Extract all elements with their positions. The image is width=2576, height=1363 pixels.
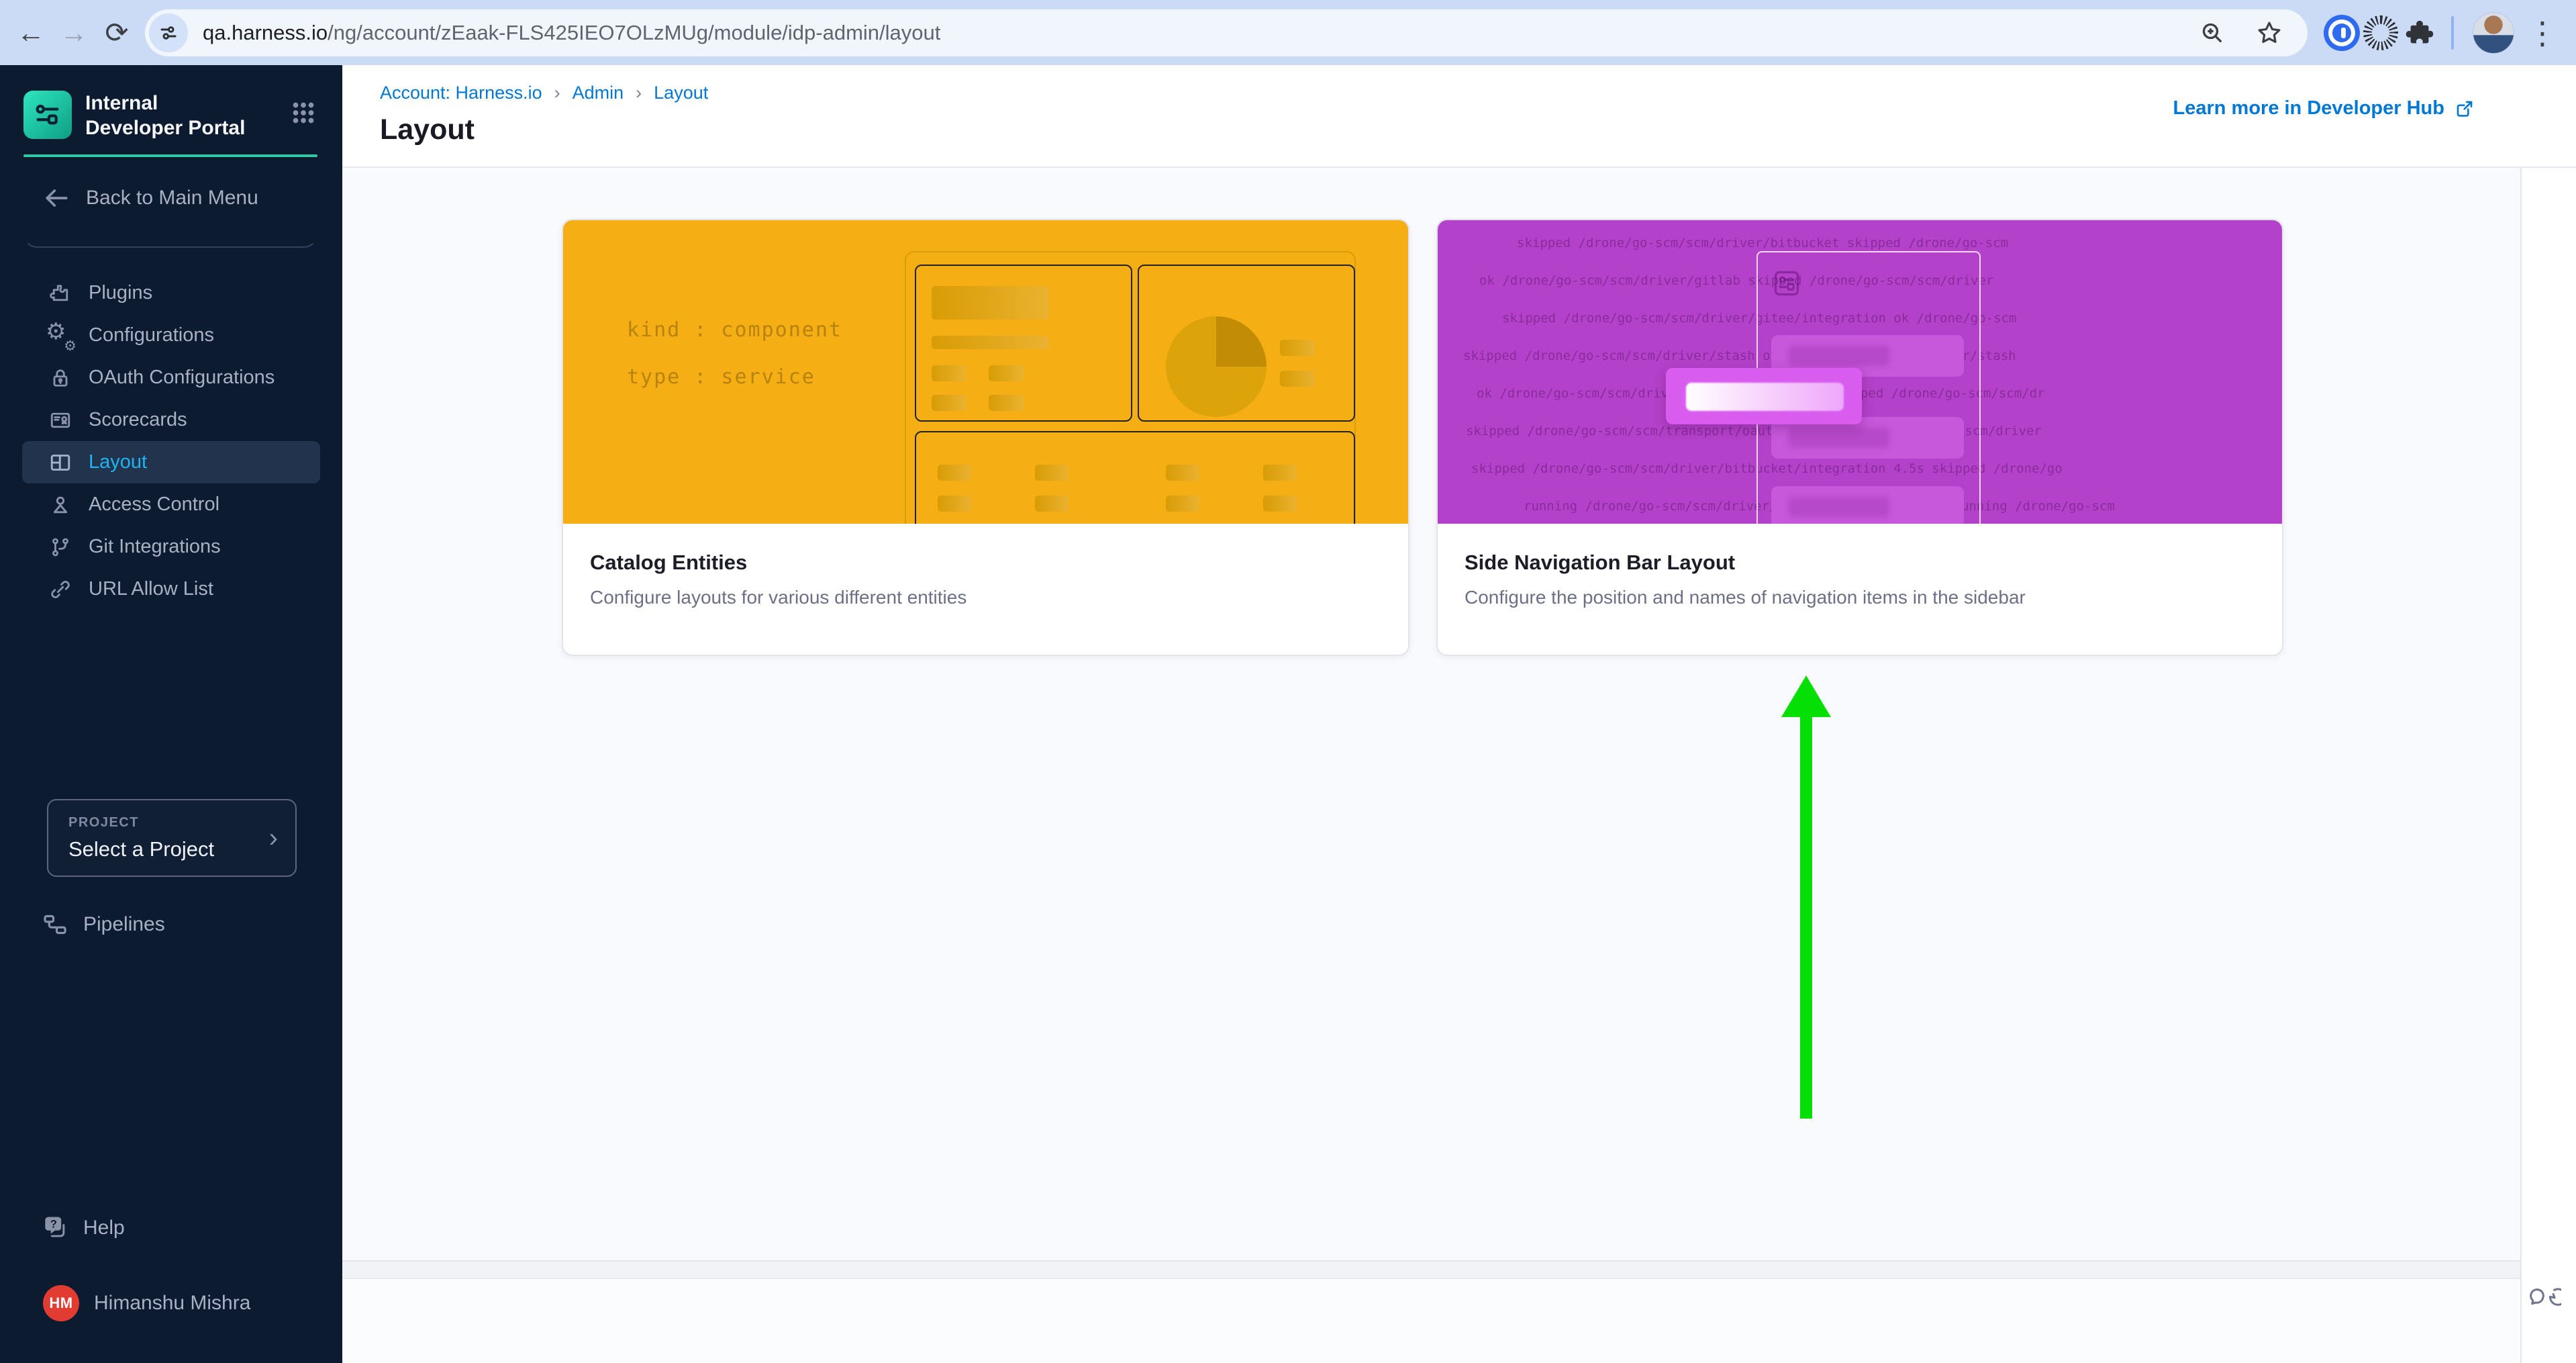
- bookmark-star-icon[interactable]: [2255, 19, 2283, 47]
- link-icon: [47, 577, 74, 602]
- card-description: Configure the position and names of navi…: [1465, 587, 2255, 608]
- side-navigation-layout-card[interactable]: skipped /drone/go-scm/scm/driver/bitbuck…: [1436, 219, 2283, 656]
- git-branch-icon: [47, 535, 74, 559]
- gears-icon: ⚙⚙: [47, 322, 74, 349]
- chevron-separator-icon: ›: [554, 83, 560, 103]
- browser-profile-avatar[interactable]: [2473, 12, 2514, 54]
- sidebar: Internal Developer Portal Back to Main M…: [0, 65, 342, 1363]
- mock-dragged-nav-item: [1666, 368, 1862, 424]
- back-to-main-menu-label: Back to Main Menu: [86, 187, 258, 209]
- mock-logo-icon: [1772, 269, 1801, 298]
- product-title: Internal Developer Portal: [85, 91, 253, 140]
- yaml-type-line: type : service: [627, 365, 815, 389]
- sidebar-item-label: Git Integrations: [89, 536, 221, 558]
- card-title: Side Navigation Bar Layout: [1465, 551, 2255, 575]
- mock-nav-item: [1771, 486, 1964, 524]
- page-title: Layout: [380, 113, 475, 146]
- sidebar-item-plugins[interactable]: Plugins: [22, 272, 320, 314]
- card-description: Configure layouts for various different …: [590, 587, 1381, 608]
- pipelines-label: Pipelines: [83, 913, 165, 936]
- breadcrumb-layout-link[interactable]: Layout: [654, 83, 708, 103]
- learn-more-label: Learn more in Developer Hub: [2173, 97, 2445, 120]
- help-chat-icon: ?: [40, 1213, 70, 1243]
- external-link-icon: [2454, 98, 2475, 120]
- url-path: /ng/account/zEaak-FLS425IEO7OLzMUg/modul…: [328, 21, 940, 44]
- catalog-entities-card[interactable]: kind : component type : service Catalog …: [562, 219, 1409, 656]
- sidebar-item-label: URL Allow List: [89, 578, 213, 600]
- project-value: Select a Project: [68, 837, 214, 861]
- chevron-separator-icon: ›: [636, 83, 642, 103]
- layout-icon: [47, 451, 74, 475]
- learn-more-link[interactable]: Learn more in Developer Hub: [2173, 97, 2476, 120]
- loading-extension-icon[interactable]: [2361, 13, 2400, 52]
- breadcrumb: Account: Harness.io › Admin › Layout: [380, 83, 708, 103]
- browser-back-icon[interactable]: ←: [9, 11, 52, 54]
- url-text[interactable]: qa.harness.io/ng/account/zEaak-FLS425IEO…: [203, 21, 940, 45]
- password-manager-extension-icon[interactable]: [2322, 13, 2361, 52]
- sidebar-item-label: Plugins: [89, 282, 152, 304]
- teal-divider: [23, 154, 317, 157]
- lock-icon: [47, 366, 74, 390]
- user-name: Himanshu Mishra: [94, 1292, 250, 1315]
- catalog-entities-illustration: kind : component type : service: [563, 220, 1408, 524]
- sidebar-item-url-allow-list[interactable]: URL Allow List: [22, 568, 320, 610]
- sidebar-item-label: Access Control: [89, 493, 219, 516]
- breadcrumb-account-link[interactable]: Account: Harness.io: [380, 83, 542, 103]
- sidebar-item-oauth-configurations[interactable]: OAuth Configurations: [22, 357, 320, 399]
- sidebar-item-label: Configurations: [89, 324, 214, 346]
- yaml-kind-line: kind : component: [627, 318, 842, 342]
- project-eyebrow: PROJECT: [68, 815, 214, 831]
- side-navigation-illustration: skipped /drone/go-scm/scm/driver/bitbuck…: [1438, 220, 2282, 524]
- sidebar-item-pipelines[interactable]: Pipelines: [0, 904, 342, 945]
- idp-logo-icon: [23, 91, 72, 139]
- browser-menu-icon[interactable]: ⋮: [2521, 11, 2564, 54]
- help-label: Help: [83, 1217, 125, 1239]
- right-rail: [2520, 168, 2576, 1363]
- puzzle-icon: [47, 281, 74, 306]
- back-arrow-icon: [42, 183, 71, 213]
- person-icon: [47, 493, 74, 517]
- extensions-puzzle-icon[interactable]: [2400, 13, 2439, 52]
- breadcrumb-admin-link[interactable]: Admin: [573, 83, 624, 103]
- chat-widget-icon[interactable]: [2524, 1274, 2561, 1312]
- zoom-icon[interactable]: [2199, 19, 2226, 46]
- annotation-arrow-head: [1781, 675, 1831, 717]
- sidebar-item-access-control[interactable]: Access Control: [22, 483, 320, 526]
- card-title: Catalog Entities: [590, 551, 1381, 575]
- sidebar-item-git-integrations[interactable]: Git Integrations: [22, 526, 320, 568]
- sidebar-item-scorecards[interactable]: Scorecards: [22, 399, 320, 441]
- sidebar-nav: Plugins ⚙⚙ Configurations OAuth Configur…: [0, 272, 342, 610]
- svg-text:?: ?: [50, 1218, 57, 1230]
- sidebar-item-layout[interactable]: Layout: [22, 441, 320, 483]
- page-header: Account: Harness.io › Admin › Layout Lay…: [342, 65, 2576, 168]
- mock-pie-chart: [1166, 316, 1267, 417]
- back-to-main-menu[interactable]: Back to Main Menu: [0, 178, 342, 218]
- user-avatar[interactable]: HM: [43, 1285, 79, 1321]
- nav-group-divider: [23, 226, 317, 248]
- sidebar-item-label: Scorecards: [89, 409, 187, 431]
- project-selector[interactable]: PROJECT Select a Project ›: [47, 799, 297, 877]
- content-bottom-strip: [342, 1260, 2520, 1279]
- sidebar-item-label: Layout: [89, 451, 147, 473]
- scorecard-icon: [47, 408, 74, 432]
- browser-forward-icon[interactable]: →: [52, 11, 95, 54]
- annotation-arrow: [1800, 702, 1812, 1119]
- sidebar-item-label: OAuth Configurations: [89, 367, 275, 389]
- address-bar[interactable]: qa.harness.io/ng/account/zEaak-FLS425IEO…: [145, 9, 2308, 56]
- pipelines-icon: [42, 911, 68, 938]
- site-settings-icon[interactable]: [149, 13, 188, 52]
- module-grid-icon[interactable]: [288, 97, 319, 128]
- browser-toolbar: ← → ⟳ qa.harness.io/ng/account/zEaak-FLS…: [0, 0, 2576, 65]
- user-menu[interactable]: HM Himanshu Mishra: [0, 1282, 342, 1325]
- sidebar-item-configurations[interactable]: ⚙⚙ Configurations: [22, 314, 320, 357]
- browser-reload-icon[interactable]: ⟳: [95, 11, 138, 54]
- chevron-right-icon: ›: [269, 823, 278, 853]
- url-host: qa.harness.io: [203, 21, 328, 44]
- sidebar-item-help[interactable]: ? Help: [0, 1207, 342, 1250]
- toolbar-separator: [2451, 16, 2454, 50]
